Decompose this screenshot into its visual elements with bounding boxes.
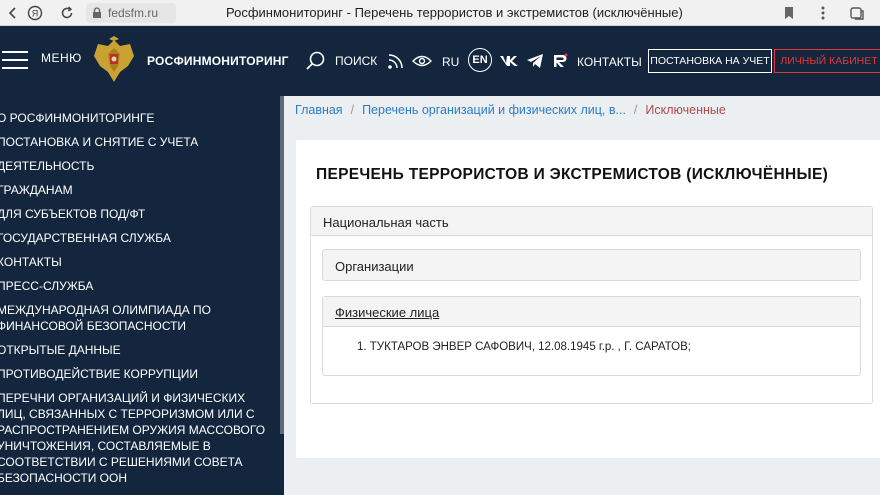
- register-button[interactable]: ПОСТАНОВКА НА УЧЕТ: [648, 49, 772, 73]
- cabinet-button[interactable]: ЛИЧНЫЙ КАБИНЕТ: [774, 49, 880, 73]
- national-part-accordion: Национальная часть Организации Физически…: [310, 206, 873, 404]
- back-icon[interactable]: [4, 4, 22, 22]
- contacts-link[interactable]: КОНТАКТЫ: [577, 55, 642, 69]
- tab-title: Росфинмониторинг - Перечень террористов …: [226, 5, 683, 20]
- address-bar[interactable]: fedsfm.ru: [86, 3, 176, 23]
- sidebar-item-un-lists[interactable]: ПЕРЕЧНИ ОРГАНИЗАЦИЙ И ФИЗИЧЕСКИХ ЛИЦ, СВ…: [0, 386, 267, 490]
- menu-label[interactable]: МЕНЮ: [41, 51, 82, 65]
- sidebar-item-anticorruption[interactable]: ПРОТИВОДЕЙСТВИЕ КОРРУПЦИИ: [0, 362, 267, 386]
- svg-text:Я: Я: [32, 9, 39, 19]
- national-part-header[interactable]: Национальная часть: [311, 207, 872, 236]
- sidebar-item-activity[interactable]: ДЕЯТЕЛЬНОСТЬ: [0, 154, 267, 178]
- more-icon[interactable]: [814, 4, 832, 22]
- list-item: 1. ТУКТАРОВ ЭНВЕР САФОВИЧ, 12.08.1945 г.…: [357, 341, 691, 353]
- rss-icon[interactable]: [385, 50, 407, 72]
- bookmark-icon[interactable]: [780, 4, 798, 22]
- breadcrumb-parent[interactable]: Перечень организаций и физических лиц, в…: [362, 103, 626, 117]
- breadcrumb-current: Исключенные: [645, 103, 726, 117]
- individuals-link[interactable]: Физические лица: [335, 305, 439, 320]
- emblem-logo[interactable]: [90, 36, 138, 86]
- breadcrumb-home[interactable]: Главная: [295, 103, 343, 117]
- sidebar-item-citizens[interactable]: ГРАЖДАНАМ: [0, 178, 267, 202]
- reload-icon[interactable]: [58, 4, 76, 22]
- search-label[interactable]: ПОИСК: [335, 54, 377, 68]
- yandex-icon[interactable]: Я: [26, 4, 44, 22]
- rutube-icon[interactable]: [550, 50, 570, 72]
- sidebar-item-olympiad[interactable]: МЕЖДУНАРОДНАЯ ОЛИМПИАДА ПО ФИНАНСОВОЙ БЕ…: [0, 298, 267, 338]
- vk-icon[interactable]: [498, 50, 520, 72]
- search-icon[interactable]: [305, 50, 327, 72]
- brand-name[interactable]: РОСФИНМОНИТОРИНГ: [147, 54, 289, 68]
- sidebar-scrollbar[interactable]: [280, 96, 284, 434]
- breadcrumb: Главная / Перечень организаций и физичес…: [295, 103, 726, 117]
- lock-icon: [93, 7, 101, 18]
- breadcrumb-separator: /: [350, 103, 355, 117]
- sidebar-item-open-data[interactable]: ОТКРЫТЫЕ ДАННЫЕ: [0, 338, 267, 362]
- sidebar-item-press[interactable]: ПРЕСС-СЛУЖБА: [0, 274, 267, 298]
- eye-icon[interactable]: [411, 50, 433, 72]
- extensions-icon[interactable]: [848, 4, 866, 22]
- organizations-panel[interactable]: Организации: [322, 249, 861, 281]
- sidebar-item-registration[interactable]: ПОСТАНОВКА И СНЯТИЕ С УЧЕТА: [0, 130, 267, 154]
- individuals-panel: Физические лица 1. ТУКТАРОВ ЭНВЕР САФОВИ…: [322, 296, 861, 376]
- sidebar-item-contacts[interactable]: КОНТАКТЫ: [0, 250, 267, 274]
- sidebar-item-subjects[interactable]: ДЛЯ СУБЪЕКТОВ ПОД/ФТ: [0, 202, 267, 226]
- sidebar-item-civil-service[interactable]: ГОСУДАРСТВЕННАЯ СЛУЖБА: [0, 226, 267, 250]
- site-header: МЕНЮ РОСФИНМОНИТОРИНГ ПОИСК RU EN КОНТАК…: [0, 26, 880, 96]
- browser-toolbar: Я fedsfm.ru Росфинмониторинг - Перечень …: [0, 0, 880, 26]
- breadcrumb-separator: /: [633, 103, 638, 117]
- url-text: fedsfm.ru: [108, 6, 159, 20]
- lang-ru[interactable]: RU: [442, 55, 459, 69]
- lang-en[interactable]: EN: [468, 48, 492, 72]
- menu-icon[interactable]: [2, 51, 28, 69]
- sidebar-nav: О РОСФИНМОНИТОРИНГЕ ПОСТАНОВКА И СНЯТИЕ …: [0, 96, 284, 495]
- telegram-icon[interactable]: [524, 50, 546, 72]
- individuals-header[interactable]: Физические лица: [323, 297, 860, 327]
- page-title: ПЕРЕЧЕНЬ ТЕРРОРИСТОВ И ЭКСТРЕМИСТОВ (ИСК…: [316, 166, 829, 183]
- sidebar-item-about[interactable]: О РОСФИНМОНИТОРИНГЕ: [0, 106, 267, 130]
